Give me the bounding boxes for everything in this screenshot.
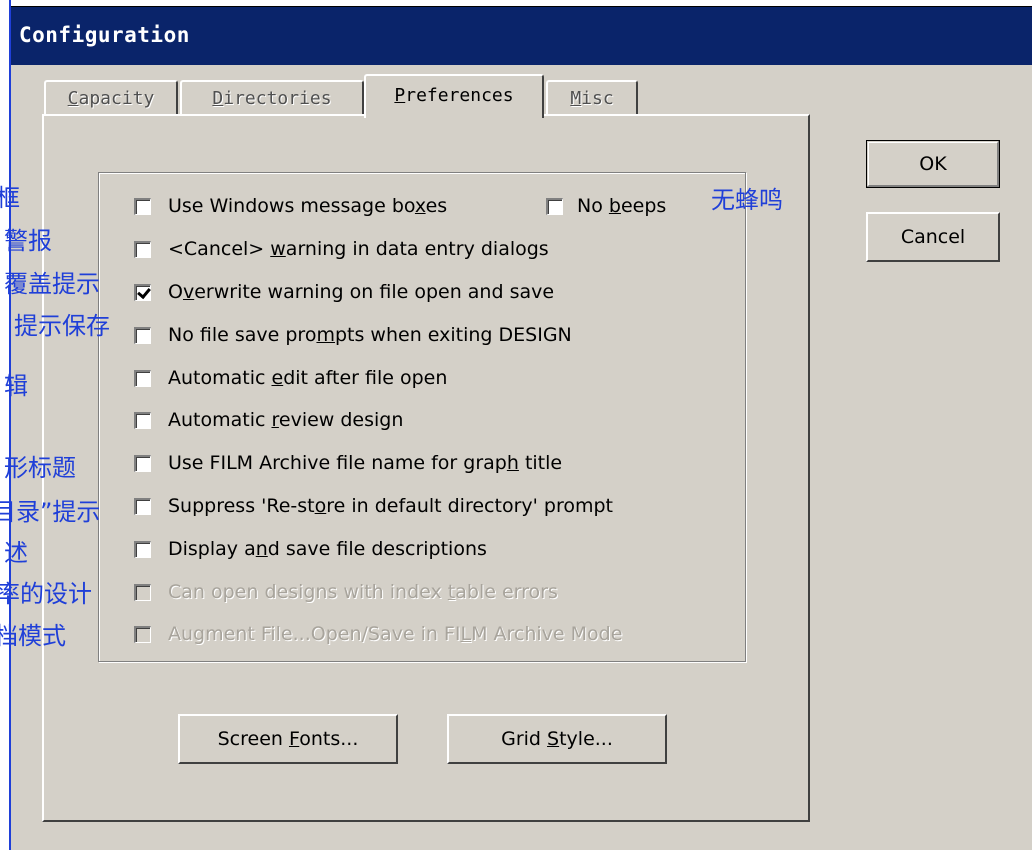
option-display-save-descriptions[interactable]: Display and save file descriptions — [134, 538, 487, 560]
option-suppress-restore-prompt[interactable]: Suppress 'Re-store in default directory'… — [134, 495, 613, 517]
option-overwrite-warning[interactable]: Overwrite warning on file open and save — [134, 281, 554, 303]
option-label: Display and save file descriptions — [168, 538, 487, 560]
checkbox[interactable] — [134, 454, 151, 472]
tab-directories[interactable]: Directories — [180, 80, 364, 114]
title-bar[interactable]: Configuration — [11, 7, 1032, 65]
left-edge — [0, 0, 9, 850]
annotation-row10: 率的设计 — [0, 580, 92, 608]
option-automatic-review[interactable]: Automatic review design — [134, 409, 403, 431]
annotation-row5: 辑 — [4, 372, 28, 400]
cancel-label: Cancel — [900, 226, 966, 248]
checkbox-checked[interactable] — [134, 283, 151, 301]
annotation-row7: 形标题 — [4, 454, 76, 482]
checkbox[interactable] — [134, 326, 151, 344]
screen-fonts-label: Screen Fonts... — [217, 728, 359, 750]
checkbox[interactable] — [134, 411, 151, 429]
option-label: No file save prompts when exiting DESIGN — [168, 324, 572, 346]
checkbox[interactable] — [134, 240, 151, 258]
option-label: Can open designs with index table errors — [168, 581, 558, 603]
configuration-dialog: Configuration Capacity Directories Prefe… — [0, 0, 1032, 850]
tab-capacity-label: Capacity — [67, 87, 155, 109]
option-label: Suppress 'Re-store in default directory'… — [168, 495, 613, 517]
option-label: Use FILM Archive file name for graph tit… — [168, 452, 563, 474]
option-label: Automatic review design — [168, 409, 404, 431]
tab-misc-label: Misc — [570, 87, 614, 109]
tab-misc[interactable]: Misc — [546, 80, 638, 114]
grid-style-label: Grid Style... — [501, 728, 613, 750]
tab-capacity[interactable]: Capacity — [44, 80, 178, 114]
left-annotation-line — [9, 0, 11, 850]
checkbox[interactable] — [134, 197, 151, 215]
annotation-row9: 述 — [4, 539, 28, 567]
option-use-windows-message-boxes[interactable]: Use Windows message boxes — [134, 195, 447, 217]
tab-directories-label: Directories — [212, 87, 332, 109]
annotation-no-beeps: 无蜂鸣 — [711, 186, 783, 214]
checkbox-disabled — [134, 583, 151, 601]
annotation-row1: 框 — [0, 184, 20, 212]
checkbox[interactable] — [134, 540, 151, 558]
option-automatic-edit[interactable]: Automatic edit after file open — [134, 367, 447, 389]
window-title: Configuration — [19, 23, 190, 47]
cancel-button[interactable]: Cancel — [866, 212, 1000, 262]
annotation-row11: 档模式 — [0, 622, 66, 650]
option-no-file-save-prompts[interactable]: No file save prompts when exiting DESIGN — [134, 324, 572, 346]
option-film-archive-graph-title[interactable]: Use FILM Archive file name for graph tit… — [134, 452, 562, 474]
annotation-row4: 提示保存 — [14, 312, 110, 340]
annotation-row3: 覆盖提示 — [4, 270, 100, 298]
screen-fonts-button[interactable]: Screen Fonts... — [178, 714, 398, 764]
ok-button[interactable]: OK — [866, 140, 1000, 188]
option-no-beeps[interactable]: No beeps — [546, 195, 666, 217]
checkbox[interactable] — [546, 197, 563, 215]
checkbox[interactable] — [134, 497, 151, 515]
option-label: Augment File...Open/Save in FILM Archive… — [168, 623, 623, 645]
tab-preferences-label: Preferences — [394, 84, 514, 106]
option-label: No beeps — [577, 195, 667, 217]
checkbox-disabled — [134, 625, 151, 643]
option-open-designs-index-errors: Can open designs with index table errors — [134, 581, 558, 603]
tab-preferences[interactable]: Preferences — [364, 74, 544, 118]
option-label: Automatic edit after file open — [168, 367, 448, 389]
ok-label: OK — [919, 153, 947, 175]
annotation-row2: 警报 — [4, 227, 52, 255]
grid-style-button[interactable]: Grid Style... — [447, 714, 667, 764]
checkbox[interactable] — [134, 369, 151, 387]
option-label: Overwrite warning on file open and save — [168, 281, 555, 303]
top-edge — [0, 0, 1032, 7]
option-augment-file-open-save: Augment File...Open/Save in FILM Archive… — [134, 623, 622, 645]
annotation-row8: 目录”提示 — [0, 498, 101, 526]
option-label: Use Windows message boxes — [168, 195, 448, 217]
option-cancel-warning[interactable]: <Cancel> warning in data entry dialogs — [134, 238, 549, 260]
option-label: <Cancel> warning in data entry dialogs — [168, 238, 549, 260]
